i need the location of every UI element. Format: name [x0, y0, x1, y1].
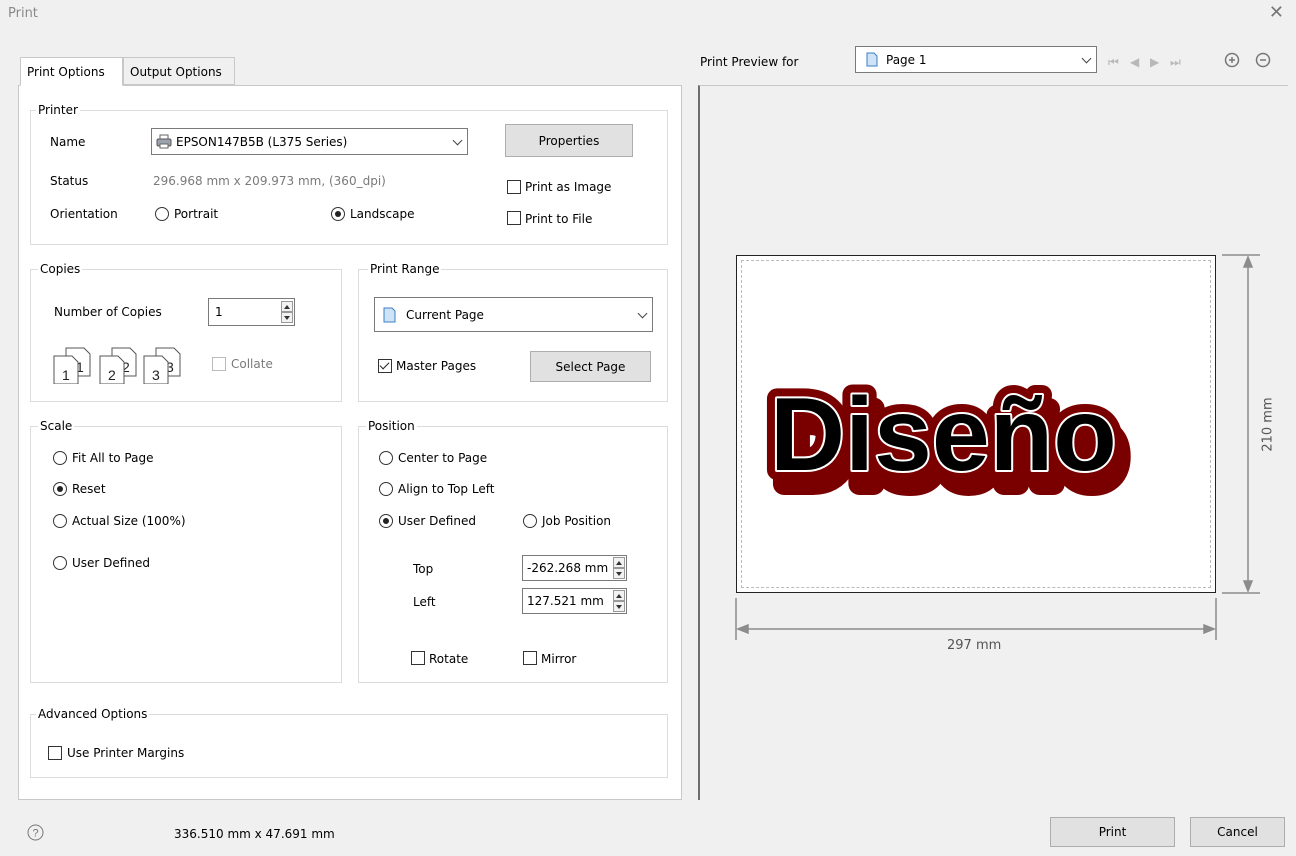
scale-user-defined-label: User Defined — [72, 556, 150, 570]
top-value: -262.268 mm — [527, 561, 609, 575]
use-printer-margins-checkbox[interactable] — [48, 746, 62, 760]
window-title: Print — [8, 6, 38, 21]
print-to-file-checkbox[interactable] — [507, 211, 521, 225]
zoom-in-icon[interactable] — [1224, 52, 1240, 68]
dimension-guides — [735, 254, 1260, 640]
left-stepper[interactable]: 127.521 mm — [522, 588, 627, 614]
print-range-group-label: Print Range — [368, 262, 442, 276]
printer-name-label: Name — [50, 135, 86, 149]
svg-text:3: 3 — [152, 367, 160, 383]
center-to-page-label: Center to Page — [398, 451, 488, 465]
print-range-group — [358, 269, 668, 402]
printer-status-value: 296.968 mm x 209.973 mm, (360_dpi) — [153, 174, 386, 188]
scale-fit-all-label: Fit All to Page — [72, 451, 154, 465]
top-stepper[interactable]: -262.268 mm — [522, 555, 627, 581]
portrait-radio[interactable] — [155, 207, 169, 221]
page-icon — [383, 307, 396, 323]
orientation-label: Orientation — [50, 207, 118, 221]
mirror-checkbox[interactable] — [523, 651, 537, 665]
next-page-icon[interactable]: ▶ — [1150, 55, 1159, 69]
first-page-icon[interactable]: ⏮ — [1108, 55, 1119, 70]
portrait-label: Portrait — [174, 207, 219, 221]
printer-name-select[interactable]: EPSON147B5B (L375 Series) — [151, 128, 468, 155]
cancel-button[interactable]: Cancel — [1190, 817, 1285, 847]
advanced-options-label: Advanced Options — [36, 707, 150, 721]
print-as-image-checkbox[interactable] — [507, 180, 521, 194]
job-position-label: Job Position — [542, 514, 612, 528]
rotate-label: Rotate — [429, 652, 469, 666]
printer-status-label: Status — [50, 174, 89, 188]
spin-down-icon[interactable] — [613, 568, 625, 579]
properties-button[interactable]: Properties — [505, 124, 633, 157]
scale-reset-label: Reset — [72, 482, 106, 496]
align-top-left-radio[interactable] — [379, 482, 393, 496]
print-to-file-label: Print to File — [525, 212, 593, 226]
position-user-defined-label: User Defined — [398, 514, 476, 528]
preview-page-value: Page 1 — [886, 53, 927, 67]
scale-user-defined-radio[interactable] — [53, 556, 67, 570]
job-position-radio[interactable] — [523, 514, 537, 528]
rotate-checkbox[interactable] — [411, 651, 425, 665]
spin-down-icon[interactable] — [281, 312, 293, 323]
svg-text:1: 1 — [62, 367, 70, 383]
chevron-down-icon — [1081, 53, 1092, 63]
mirror-label: Mirror — [541, 652, 577, 666]
scale-group-label: Scale — [38, 419, 75, 433]
previous-page-icon[interactable]: ◀ — [1130, 55, 1139, 69]
spin-up-icon[interactable] — [281, 301, 293, 312]
help-icon[interactable]: ? — [27, 824, 44, 841]
top-label: Top — [413, 562, 434, 576]
scale-actual-size-label: Actual Size (100%) — [72, 514, 186, 528]
scale-reset-radio[interactable] — [53, 482, 67, 496]
position-group-label: Position — [366, 419, 417, 433]
left-value: 127.521 mm — [527, 594, 604, 608]
chevron-down-icon — [637, 308, 648, 318]
svg-text:2: 2 — [108, 367, 116, 383]
print-range-select[interactable]: Current Page — [374, 297, 653, 332]
print-button[interactable]: Print — [1050, 817, 1175, 847]
copies-group-label: Copies — [38, 262, 83, 276]
printer-icon — [156, 134, 172, 149]
spin-up-icon[interactable] — [613, 557, 625, 568]
tab-output-options[interactable]: Output Options — [123, 57, 235, 85]
tab-print-options[interactable]: Print Options — [20, 57, 123, 86]
left-label: Left — [413, 595, 436, 609]
printer-group-label: Printer — [36, 103, 80, 117]
position-user-defined-radio[interactable] — [379, 514, 393, 528]
select-page-button[interactable]: Select Page — [530, 351, 651, 382]
landscape-label: Landscape — [350, 207, 415, 221]
use-printer-margins-label: Use Printer Margins — [67, 746, 185, 760]
preview-page-select[interactable]: Page 1 — [855, 46, 1097, 73]
collate-pages-icon: 1 1 2 2 3 3 — [53, 347, 181, 384]
print-preview-label: Print Preview for — [700, 55, 799, 69]
last-page-icon[interactable]: ⏭ — [1170, 55, 1181, 70]
spin-up-icon[interactable] — [613, 590, 625, 601]
job-size-status: 336.510 mm x 47.691 mm — [174, 827, 335, 841]
close-icon[interactable]: ✕ — [1269, 4, 1284, 22]
print-range-value: Current Page — [406, 308, 484, 322]
collate-label: Collate — [231, 357, 273, 371]
collate-checkbox[interactable] — [212, 357, 226, 371]
copies-number-value: 1 — [215, 305, 223, 319]
scale-fit-all-radio[interactable] — [53, 451, 67, 465]
copies-number-stepper[interactable]: 1 — [208, 298, 295, 326]
master-pages-checkbox[interactable] — [378, 359, 392, 373]
landscape-radio[interactable] — [331, 207, 345, 221]
print-as-image-label: Print as Image — [525, 180, 612, 194]
align-top-left-label: Align to Top Left — [398, 482, 495, 496]
spin-down-icon[interactable] — [613, 601, 625, 612]
page-icon — [866, 52, 878, 67]
printer-name-value: EPSON147B5B (L375 Series) — [176, 135, 348, 149]
width-dimension-label: 297 mm — [947, 638, 1002, 653]
center-to-page-radio[interactable] — [379, 451, 393, 465]
master-pages-label: Master Pages — [396, 359, 477, 373]
height-dimension-label: 210 mm — [1260, 397, 1276, 452]
copies-number-label: Number of Copies — [54, 305, 162, 319]
svg-text:?: ? — [32, 828, 38, 840]
chevron-down-icon — [452, 135, 463, 145]
scale-actual-size-radio[interactable] — [53, 514, 67, 528]
zoom-out-icon[interactable] — [1255, 52, 1271, 68]
